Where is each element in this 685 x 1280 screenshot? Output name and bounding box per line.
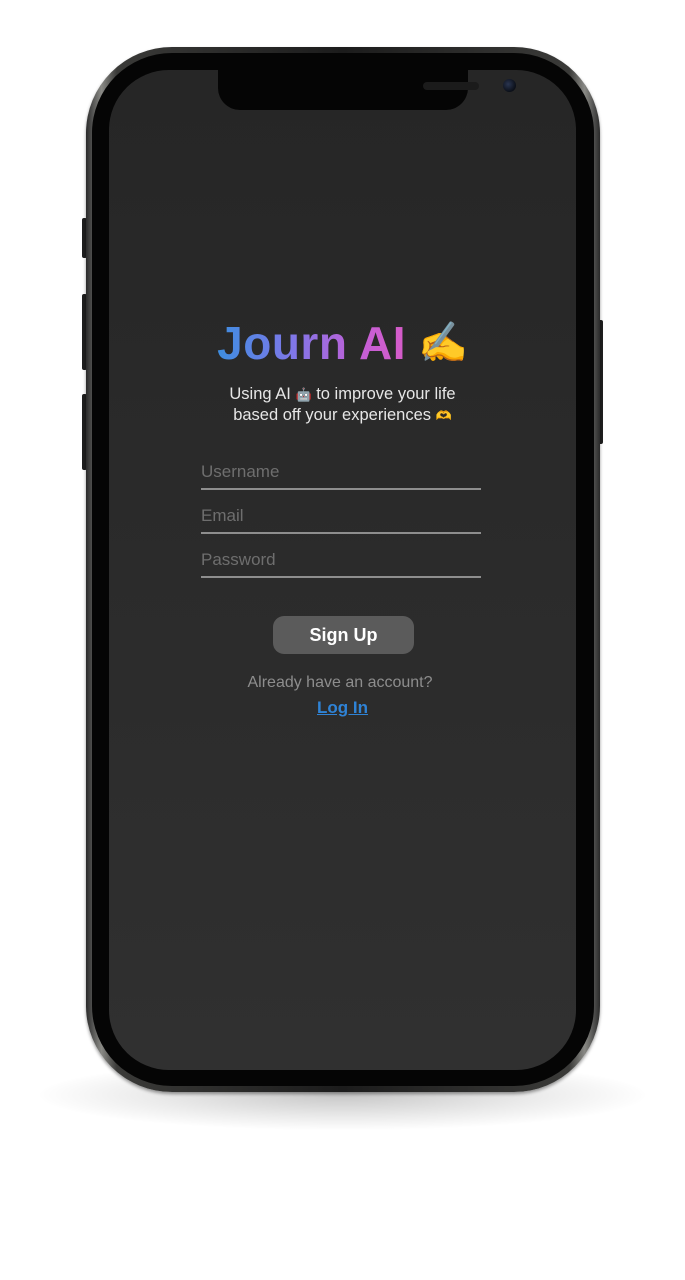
app-screen: Journ AI ✍️ Using AI 🤖 to improve your li…	[109, 70, 576, 1070]
front-camera-icon	[503, 79, 516, 92]
app-tagline: Using AI 🤖 to improve your life based of…	[109, 384, 576, 426]
stage: Journ AI ✍️ Using AI 🤖 to improve your li…	[0, 0, 685, 1280]
robot-icon: 🤖	[295, 387, 312, 402]
writing-hand-icon: ✍️	[418, 321, 468, 365]
password-input[interactable]	[201, 544, 481, 578]
tagline-line-1: Using AI 🤖 to improve your life	[109, 384, 576, 405]
sign-up-button[interactable]: Sign Up	[273, 616, 414, 654]
username-input[interactable]	[201, 456, 481, 490]
tagline-text-b: to improve your life	[311, 385, 456, 403]
heart-hands-icon: 🫶	[435, 408, 452, 423]
speaker-grille	[423, 82, 479, 90]
notch	[218, 70, 516, 110]
title-row: Journ AI ✍️	[109, 316, 576, 370]
already-have-account-text: Already have an account?	[247, 674, 433, 691]
tagline-text-a: Using AI	[229, 385, 296, 403]
email-input[interactable]	[201, 500, 481, 534]
tagline-text-c: based off your experiences	[233, 406, 436, 424]
app-title: Journ AI	[217, 317, 407, 369]
tagline-line-2: based off your experiences 🫶	[109, 405, 576, 426]
log-in-link[interactable]: Log In	[109, 698, 576, 718]
